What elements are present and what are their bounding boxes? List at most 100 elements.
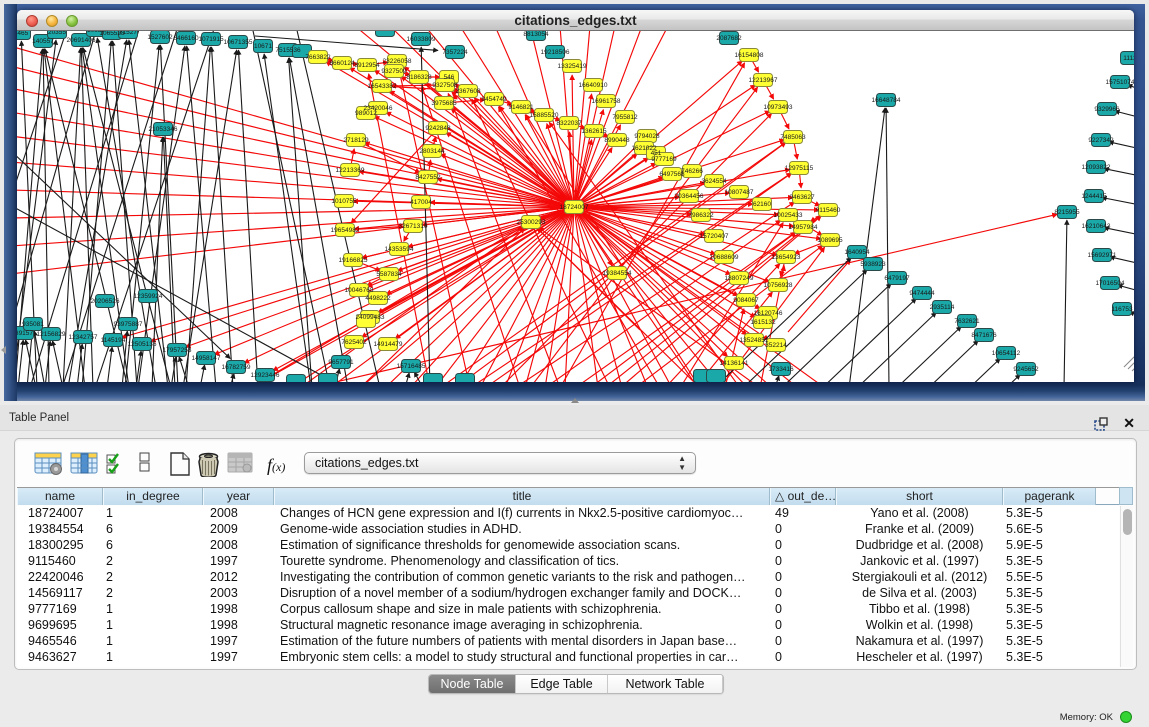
svg-text:746266: 746266 (681, 168, 703, 175)
svg-text:15751074: 15751074 (1106, 79, 1134, 86)
svg-text:16640910: 16640910 (579, 82, 608, 89)
svg-text:9794028: 9794028 (634, 133, 660, 140)
svg-text:4498222: 4498222 (365, 295, 391, 302)
svg-text:23226058: 23226058 (383, 58, 412, 65)
svg-text:1465: 1465 (17, 31, 29, 37)
svg-text:32671310: 32671310 (399, 223, 428, 230)
svg-text:2718129: 2718129 (343, 137, 369, 144)
svg-text:9146821: 9146821 (508, 104, 534, 111)
svg-text:15720407: 15720407 (700, 233, 729, 240)
svg-text:10973493: 10973493 (764, 104, 793, 111)
svg-text:10756928: 10756928 (764, 282, 793, 289)
svg-text:62160: 62160 (753, 201, 771, 208)
svg-text:12359924: 12359924 (134, 293, 163, 300)
svg-text:10025433: 10025433 (774, 212, 803, 219)
svg-text:20364456: 20364456 (675, 193, 704, 200)
svg-text:1615132: 1615132 (750, 319, 776, 326)
svg-text:5938923: 5938923 (860, 261, 886, 268)
svg-text:10807487: 10807487 (725, 189, 754, 196)
svg-text:16543382: 16543382 (368, 83, 397, 90)
svg-text:39157: 39157 (17, 330, 33, 337)
svg-text:935081: 935081 (22, 321, 44, 328)
svg-text:2935114: 2935114 (930, 304, 955, 311)
svg-text:15692971: 15692971 (1088, 252, 1117, 259)
svg-text:21053346: 21053346 (149, 126, 178, 133)
svg-text:9242848: 9242848 (425, 125, 451, 132)
svg-text:1244415: 1244415 (1081, 193, 1107, 200)
svg-text:71527: 71527 (119, 31, 137, 36)
svg-text:7485063: 7485063 (780, 134, 806, 141)
svg-text:1640954: 1640954 (844, 249, 870, 256)
svg-text:3624554: 3624554 (701, 178, 727, 185)
svg-text:16648784: 16648784 (872, 97, 901, 104)
svg-text:18724007: 18724007 (560, 204, 589, 211)
svg-text:10671355: 10671355 (224, 39, 253, 46)
svg-text:15885520: 15885520 (530, 112, 559, 119)
svg-text:2087682: 2087682 (716, 35, 742, 42)
svg-text:13654923: 13654923 (772, 254, 801, 261)
svg-text:16782759: 16782759 (222, 364, 251, 371)
svg-text:1089695: 1089695 (817, 237, 843, 244)
svg-text:13325419: 13325419 (558, 63, 587, 70)
svg-text:19218506: 19218506 (541, 49, 570, 56)
svg-text:7632621: 7632621 (954, 318, 980, 325)
svg-text:116753: 116753 (1111, 306, 1133, 313)
svg-text:12923446: 12923446 (251, 372, 280, 379)
svg-text:10654112: 10654112 (992, 350, 1021, 357)
svg-text:14136141: 14136141 (720, 360, 749, 367)
svg-text:9474444: 9474444 (909, 290, 935, 297)
svg-text:17957253: 17957253 (163, 347, 192, 354)
svg-text:14957984: 14957984 (789, 224, 818, 231)
svg-text:9084067: 9084067 (733, 297, 759, 304)
svg-text:989012: 989012 (355, 110, 377, 117)
svg-text:16033809: 16033809 (407, 36, 436, 43)
svg-text:1010755: 1010755 (331, 198, 357, 205)
svg-text:25300293: 25300293 (517, 219, 546, 226)
svg-text:8813054: 8813054 (523, 31, 549, 38)
svg-text:10671: 10671 (254, 43, 272, 50)
svg-text:1362615: 1362615 (581, 128, 607, 135)
svg-text:8660124: 8660124 (329, 60, 355, 67)
svg-text:20691406: 20691406 (67, 37, 96, 44)
svg-text:2367608: 2367608 (455, 88, 481, 95)
svg-text:417004: 417004 (410, 199, 432, 206)
svg-text:1527602: 1527602 (147, 34, 173, 41)
svg-text:9463627: 9463627 (789, 194, 815, 201)
svg-text:6466160: 6466160 (173, 35, 199, 42)
svg-text:8186328: 8186328 (406, 74, 432, 81)
svg-text:24099483: 24099483 (356, 314, 385, 321)
svg-text:12093822: 12093822 (1082, 164, 1111, 171)
svg-text:9227342: 9227342 (1088, 137, 1114, 144)
svg-text:12156829: 12156829 (37, 331, 66, 338)
svg-text:14958147: 14958147 (192, 355, 221, 362)
svg-text:16961758: 16961758 (592, 98, 621, 105)
svg-text:9327509: 9327509 (381, 68, 407, 75)
svg-text:352214: 352214 (765, 342, 787, 349)
svg-text:8427552: 8427552 (415, 174, 441, 181)
svg-text:14914479: 14914479 (374, 341, 403, 348)
svg-text:16154808: 16154808 (735, 52, 764, 59)
svg-text:7357224: 7357224 (442, 49, 468, 56)
svg-text:12213967: 12213967 (749, 77, 778, 84)
svg-text:20355: 20355 (48, 31, 66, 36)
svg-text:20206526: 20206526 (91, 298, 120, 305)
svg-text:6479197: 6479197 (884, 275, 910, 282)
svg-text:1733416: 1733416 (768, 366, 794, 373)
svg-text:7663822: 7663822 (305, 54, 331, 61)
svg-text:19654982: 19654982 (331, 227, 360, 234)
svg-text:546: 546 (444, 74, 455, 81)
svg-text:16120746: 16120746 (754, 310, 783, 317)
svg-text:8471676: 8471676 (971, 332, 997, 339)
svg-text:3975685: 3975685 (431, 100, 457, 107)
svg-text:12342757: 12342757 (69, 334, 98, 341)
svg-text:19166825: 19166825 (339, 257, 368, 264)
svg-text:1112: 1112 (1123, 55, 1134, 62)
svg-text:15716485: 15716485 (397, 363, 426, 370)
svg-text:9327508: 9327508 (432, 82, 458, 89)
svg-text:8322037: 8322037 (556, 120, 582, 127)
svg-text:7955812: 7955812 (612, 114, 638, 121)
svg-text:8454749: 8454749 (481, 96, 507, 103)
svg-text:140557: 140557 (32, 38, 54, 45)
svg-text:7625402: 7625402 (341, 339, 367, 346)
svg-text:9245652: 9245652 (1013, 366, 1039, 373)
